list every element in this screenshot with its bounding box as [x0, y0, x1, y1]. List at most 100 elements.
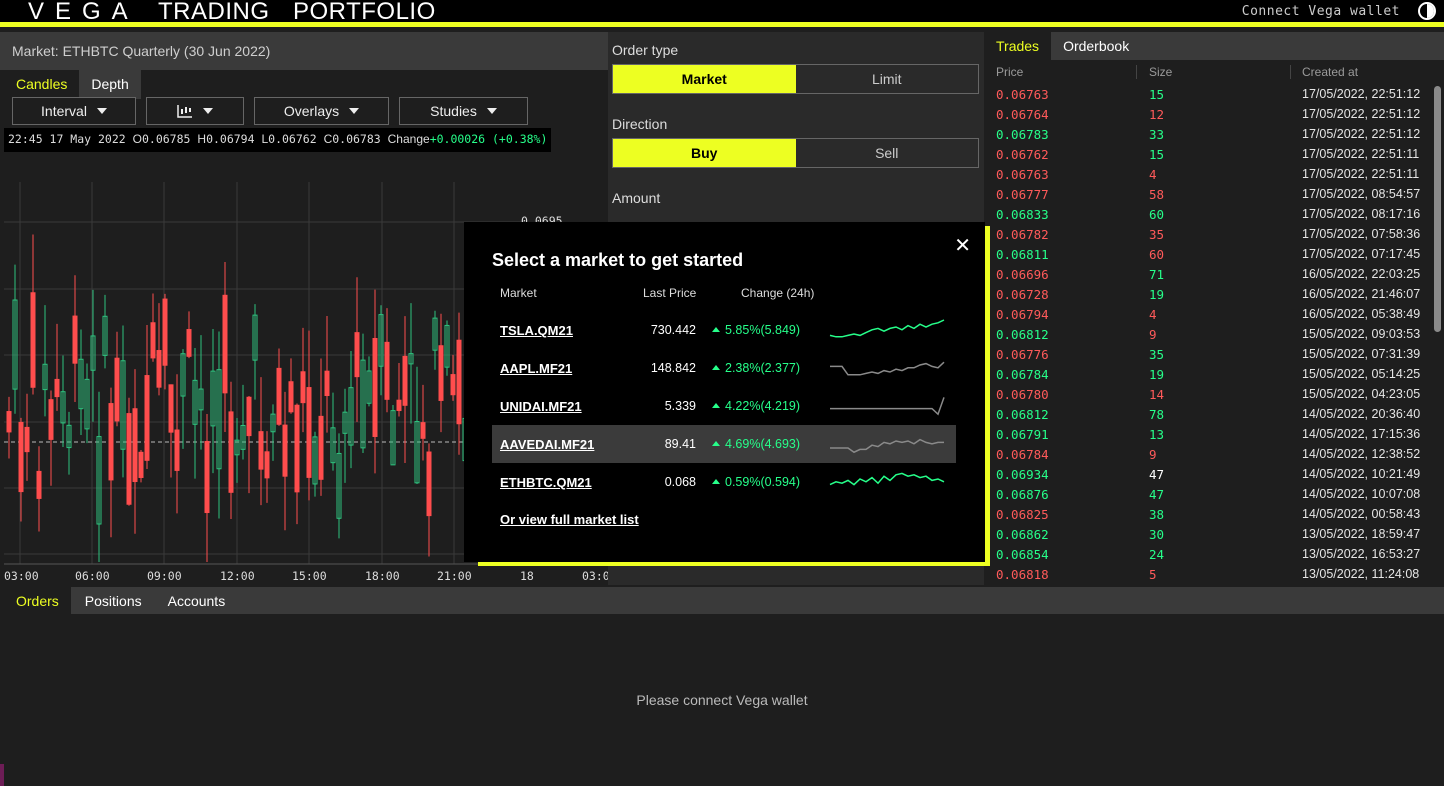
- table-row: 0.06784 19 15/05/2022, 05:14:25: [984, 364, 1434, 384]
- market-change-value: 2.38%(2.377): [725, 361, 801, 375]
- trade-price: 0.06784: [996, 447, 1049, 462]
- column-size[interactable]: Size: [1149, 65, 1172, 79]
- market-name-link[interactable]: AAPL.MF21: [500, 361, 572, 376]
- trade-price: 0.06780: [996, 387, 1049, 402]
- market-row[interactable]: UNIDAI.MF21 5.339 4.22%(4.219): [492, 387, 956, 425]
- trade-size: 35: [1149, 227, 1165, 242]
- tab-orders[interactable]: Orders: [4, 587, 71, 614]
- trade-price: 0.06794: [996, 307, 1049, 322]
- trade-time: 15/05/2022, 07:31:39: [1302, 347, 1421, 361]
- chart-type-dropdown[interactable]: [146, 97, 244, 125]
- table-row: 0.06862 30 13/05/2022, 18:59:47: [984, 524, 1434, 544]
- table-row: 0.06696 71 16/05/2022, 22:03:25: [984, 264, 1434, 284]
- tab-candles[interactable]: Candles: [4, 70, 80, 99]
- trade-size: 60: [1149, 247, 1165, 262]
- trade-time: 17/05/2022, 08:54:57: [1302, 187, 1421, 201]
- table-row: 0.06763 15 17/05/2022, 22:51:12: [984, 84, 1434, 104]
- trade-size: 35: [1149, 347, 1165, 362]
- column-created-at[interactable]: Created at: [1302, 65, 1358, 79]
- column-market: Market: [500, 286, 537, 300]
- candle-body: [282, 424, 288, 477]
- order-type-limit[interactable]: Limit: [796, 65, 979, 93]
- trade-time: 14/05/2022, 17:15:36: [1302, 427, 1421, 441]
- candle-body: [126, 413, 132, 505]
- column-price[interactable]: Price: [996, 65, 1023, 79]
- table-row: 0.06776 35 15/05/2022, 07:31:39: [984, 344, 1434, 364]
- table-row: 0.06818 5 13/05/2022, 11:24:08: [984, 564, 1434, 584]
- ohlc-high: 0.06794: [206, 132, 255, 146]
- trade-price: 0.06784: [996, 367, 1049, 382]
- full-market-list-link[interactable]: Or view full market list: [500, 512, 639, 527]
- x-tick-label: 03:0: [582, 569, 608, 583]
- market-row[interactable]: TSLA.QM21 730.442 5.85%(5.849): [492, 311, 956, 349]
- candle-body: [354, 332, 360, 378]
- market-title: Market: ETHBTC Quarterly (30 Jun 2022): [0, 32, 608, 70]
- candle-body: [426, 451, 432, 517]
- market-row[interactable]: AAVEDAI.MF21 89.41 4.69%(4.693): [492, 425, 956, 463]
- connect-wallet-button[interactable]: Connect Vega wallet: [1242, 4, 1400, 19]
- tab-orderbook[interactable]: Orderbook: [1051, 32, 1142, 60]
- trade-price: 0.06876: [996, 487, 1049, 502]
- table-row: 0.06854 24 13/05/2022, 16:53:27: [984, 544, 1434, 564]
- trade-time: 14/05/2022, 10:21:49: [1302, 467, 1421, 481]
- candle-body: [288, 381, 294, 413]
- market-name-link[interactable]: UNIDAI.MF21: [500, 399, 582, 414]
- candle-body: [48, 399, 54, 440]
- interval-dropdown[interactable]: Interval: [12, 97, 136, 125]
- overlays-dropdown[interactable]: Overlays: [254, 97, 389, 125]
- trade-size: 9: [1149, 447, 1157, 462]
- trade-time: 17/05/2022, 08:17:16: [1302, 207, 1421, 221]
- tab-positions[interactable]: Positions: [72, 587, 154, 614]
- x-tick-label: 21:00: [437, 569, 472, 583]
- market-change: 0.59%(0.594): [712, 475, 800, 489]
- market-row[interactable]: ETHBTC.QM21 0.068 0.59%(0.594): [492, 463, 956, 501]
- candle-body: [54, 378, 60, 398]
- tab-depth[interactable]: Depth: [79, 70, 141, 99]
- x-tick-label: 09:00: [147, 569, 182, 583]
- trade-price: 0.06728: [996, 287, 1049, 302]
- table-row: 0.06934 47 14/05/2022, 10:21:49: [984, 464, 1434, 484]
- trade-price: 0.06854: [996, 547, 1049, 562]
- arrow-up-icon: [712, 403, 720, 408]
- market-row[interactable]: AAPL.MF21 148.842 2.38%(2.377): [492, 349, 956, 387]
- trade-size: 19: [1149, 367, 1165, 382]
- candle-body: [24, 426, 30, 453]
- close-icon[interactable]: ✕: [954, 236, 971, 256]
- candle-body: [300, 371, 306, 404]
- theme-toggle-icon[interactable]: [1418, 2, 1436, 20]
- table-row: 0.06812 78 14/05/2022, 20:36:40: [984, 404, 1434, 424]
- ohlc-c-label: C: [323, 132, 333, 146]
- market-name-link[interactable]: TSLA.QM21: [500, 323, 573, 338]
- nav-trading[interactable]: TRADING: [158, 0, 270, 26]
- table-row: 0.06777 58 17/05/2022, 08:54:57: [984, 184, 1434, 204]
- candle-body: [420, 422, 426, 439]
- market-change: 4.22%(4.219): [712, 399, 800, 413]
- trade-size: 60: [1149, 207, 1165, 222]
- trade-price: 0.06763: [996, 167, 1049, 182]
- trade-size: 47: [1149, 467, 1165, 482]
- vega-logo[interactable]: VEGA: [28, 0, 139, 26]
- x-tick-label: 15:00: [292, 569, 327, 583]
- sparkline: [830, 438, 944, 454]
- order-type-market[interactable]: Market: [613, 65, 796, 93]
- candle-body: [324, 370, 330, 397]
- candle-body: [264, 451, 270, 479]
- trade-time: 15/05/2022, 04:23:05: [1302, 387, 1421, 401]
- trade-price: 0.06825: [996, 507, 1049, 522]
- trades-scrollbar[interactable]: [1434, 86, 1441, 332]
- studies-dropdown[interactable]: Studies: [399, 97, 528, 125]
- trades-panel: Trades Orderbook Price Size Created at 0…: [984, 32, 1444, 585]
- trade-price: 0.06764: [996, 107, 1049, 122]
- market-name-link[interactable]: AAVEDAI.MF21: [500, 437, 594, 452]
- direction-sell[interactable]: Sell: [796, 139, 979, 167]
- trade-price: 0.06783: [996, 127, 1049, 142]
- tab-accounts[interactable]: Accounts: [155, 587, 238, 614]
- direction-buy[interactable]: Buy: [613, 139, 796, 167]
- tab-trades[interactable]: Trades: [984, 32, 1052, 60]
- trades-header: Price Size Created at: [984, 62, 1434, 82]
- candle-body: [258, 431, 264, 470]
- studies-label: Studies: [430, 103, 477, 119]
- nav-portfolio[interactable]: PORTFOLIO: [293, 0, 436, 26]
- candle-body: [138, 451, 144, 478]
- market-name-link[interactable]: ETHBTC.QM21: [500, 475, 592, 490]
